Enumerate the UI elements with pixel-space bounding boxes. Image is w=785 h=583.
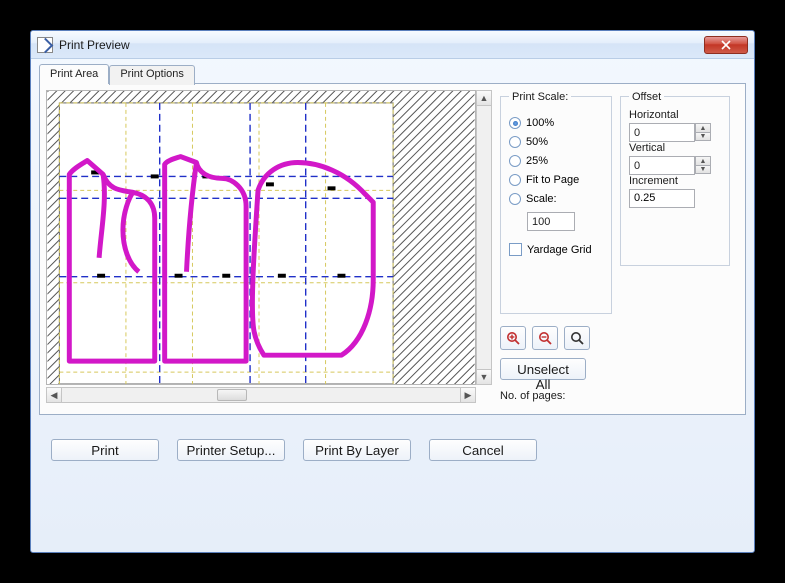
radio-icon xyxy=(509,155,521,167)
offset-group: Offset Horizontal ▲ ▼ Vertical ▲ xyxy=(620,96,730,266)
scroll-thumb[interactable] xyxy=(217,389,247,401)
offset-legend: Offset xyxy=(629,91,664,103)
zoom-in-icon xyxy=(506,331,520,345)
window-title: Print Preview xyxy=(59,38,130,52)
print-button[interactable]: Print xyxy=(51,439,159,461)
cancel-button[interactable]: Cancel xyxy=(429,439,537,461)
titlebar[interactable]: Print Preview xyxy=(31,31,754,59)
tab-print-options[interactable]: Print Options xyxy=(109,65,195,85)
tab-print-area[interactable]: Print Area xyxy=(39,64,109,84)
close-button[interactable] xyxy=(704,36,748,54)
preview-vertical-scrollbar[interactable]: ▲ ▼ xyxy=(476,90,492,385)
zoom-out-icon xyxy=(538,331,552,345)
zoom-out-button[interactable] xyxy=(532,326,558,350)
print-preview-canvas[interactable] xyxy=(46,90,476,385)
unselect-all-button[interactable]: Unselect All xyxy=(500,358,586,380)
custom-scale-input[interactable] xyxy=(527,212,575,231)
radio-icon xyxy=(509,174,521,186)
yardage-grid-checkbox[interactable] xyxy=(509,243,522,256)
print-preview-window: Print Preview Print Area Print Options xyxy=(30,30,755,553)
horizontal-offset-input[interactable] xyxy=(629,123,695,142)
app-icon xyxy=(37,37,53,53)
spin-up-icon[interactable]: ▲ xyxy=(695,156,711,165)
increment-label: Increment xyxy=(629,175,721,187)
vertical-label: Vertical xyxy=(629,142,721,154)
close-icon xyxy=(721,40,731,50)
radio-custom-scale[interactable]: Scale: xyxy=(509,193,603,205)
radio-icon xyxy=(509,136,521,148)
vertical-offset-input[interactable] xyxy=(629,156,695,175)
print-scale-legend: Print Scale: xyxy=(509,91,571,103)
spin-down-icon[interactable]: ▼ xyxy=(695,132,711,141)
increment-value: 0.25 xyxy=(629,189,695,208)
no-of-pages-label: No. of pages: xyxy=(500,390,565,402)
radio-100[interactable]: 100% xyxy=(509,117,603,129)
magnifier-icon xyxy=(570,331,584,345)
print-area-panel: ▲ ▼ ◀ ▶ Print Scale: 100% 50% xyxy=(39,83,746,415)
zoom-fit-button[interactable] xyxy=(564,326,590,350)
print-scale-group: Print Scale: 100% 50% 25% xyxy=(500,96,612,314)
scroll-right-icon[interactable]: ▶ xyxy=(460,388,475,402)
tabbar: Print Area Print Options xyxy=(39,63,746,83)
radio-fit-to-page[interactable]: Fit to Page xyxy=(509,174,603,186)
scroll-down-icon[interactable]: ▼ xyxy=(477,369,491,384)
spin-up-icon[interactable]: ▲ xyxy=(695,123,711,132)
print-by-layer-button[interactable]: Print By Layer xyxy=(303,439,411,461)
radio-50[interactable]: 50% xyxy=(509,136,603,148)
radio-25[interactable]: 25% xyxy=(509,155,603,167)
radio-icon xyxy=(509,193,521,205)
preview-horizontal-scrollbar[interactable]: ◀ ▶ xyxy=(46,387,476,403)
printer-setup-button[interactable]: Printer Setup... xyxy=(177,439,285,461)
radio-icon xyxy=(509,117,521,129)
scroll-left-icon[interactable]: ◀ xyxy=(47,388,62,402)
zoom-in-button[interactable] xyxy=(500,326,526,350)
yardage-grid-label: Yardage Grid xyxy=(527,244,592,256)
scroll-up-icon[interactable]: ▲ xyxy=(477,91,491,106)
horizontal-label: Horizontal xyxy=(629,109,721,121)
spin-down-icon[interactable]: ▼ xyxy=(695,165,711,174)
